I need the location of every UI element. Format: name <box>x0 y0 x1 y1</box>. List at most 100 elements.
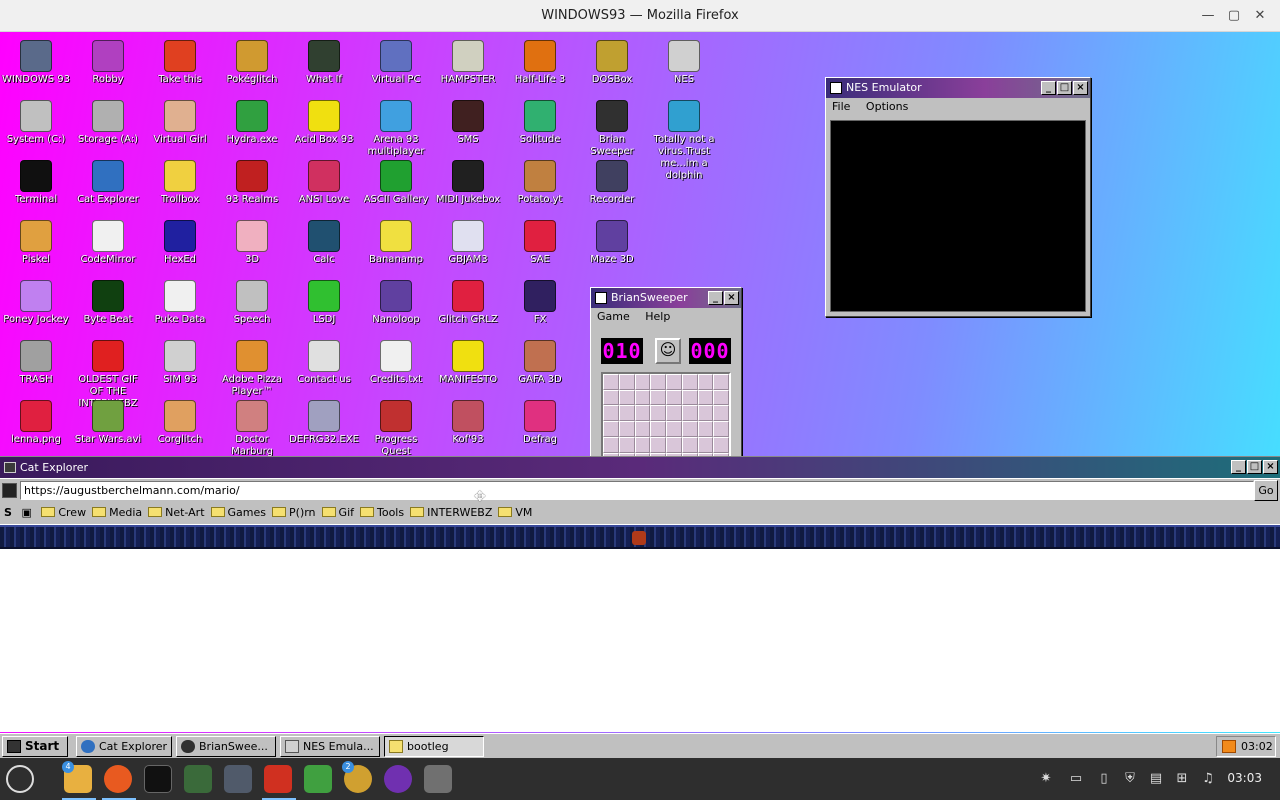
desktop-icon[interactable]: GAFA 3D <box>504 336 576 396</box>
bookmark-folder[interactable]: Games <box>210 502 266 524</box>
desktop-icon[interactable]: Maze 3D <box>576 216 648 276</box>
desktop-icon[interactable]: Byte Beat <box>72 276 144 336</box>
mine-cell[interactable] <box>666 389 682 406</box>
mine-cell[interactable] <box>603 405 619 422</box>
desktop-icon[interactable]: What If <box>288 36 360 96</box>
desktop-icon[interactable]: SAE <box>504 216 576 276</box>
minimize-button[interactable]: _ <box>708 291 723 305</box>
bookmark-folder[interactable]: VM <box>498 502 532 524</box>
mario-icon[interactable] <box>264 765 292 793</box>
desktop-icon[interactable]: Piskel <box>0 216 72 276</box>
desktop-icon[interactable]: DEFRG32.EXE <box>288 396 360 456</box>
mine-cell[interactable] <box>681 436 698 453</box>
mine-cell[interactable] <box>697 421 714 437</box>
mine-cell[interactable] <box>618 405 635 422</box>
mine-cell[interactable] <box>603 436 619 453</box>
desktop-icon[interactable]: System (C:) <box>0 96 72 156</box>
mine-cell[interactable] <box>650 436 666 453</box>
desktop-icon[interactable]: HexEd <box>144 216 216 276</box>
minimize-button[interactable]: _ <box>1231 460 1246 474</box>
desktop-icon[interactable]: Storage (A:) <box>72 96 144 156</box>
desktop-icon[interactable]: Pokéglitch <box>216 36 288 96</box>
desktop-icon[interactable]: ANSI Love <box>288 156 360 216</box>
bookmark-folder[interactable]: Net-Art <box>148 502 205 524</box>
start-button[interactable]: Start <box>2 736 68 757</box>
desktop-icon[interactable]: Half-Life 3 <box>504 36 576 96</box>
mine-cell[interactable] <box>603 374 619 390</box>
desktop-icon[interactable]: MANIFESTO <box>432 336 504 396</box>
menu-options[interactable]: Options <box>860 100 914 113</box>
bee-tray-icon[interactable]: ✷ <box>1038 771 1054 787</box>
cat-explorer-titlebar[interactable]: Cat Explorer _ □ × <box>0 457 1280 478</box>
mine-cell[interactable] <box>681 405 698 422</box>
mine-cell[interactable] <box>666 421 682 437</box>
clipboard-icon[interactable]: ▯ <box>1096 771 1112 787</box>
bookmark-folder[interactable]: INTERWEBZ <box>410 502 492 524</box>
desktop-icon[interactable]: DOSBox <box>576 36 648 96</box>
nes-titlebar[interactable]: NES Emulator _ □ × <box>826 78 1090 98</box>
desktop-icon[interactable]: Corglitch <box>144 396 216 456</box>
mine-cell[interactable] <box>603 389 619 406</box>
minimize-button[interactable]: _ <box>1041 81 1056 95</box>
mine-cell[interactable] <box>650 389 666 406</box>
mine-cell[interactable] <box>634 389 651 406</box>
menu-help[interactable]: Help <box>639 310 676 323</box>
mine-cell[interactable] <box>713 405 729 422</box>
mine-cell[interactable] <box>618 421 635 437</box>
bookmark-folder[interactable]: Media <box>92 502 142 524</box>
mine-cell[interactable] <box>666 374 682 390</box>
desktop-icon[interactable]: Arena 93 multiplayer <box>360 96 432 157</box>
desktop-icon[interactable]: Totally not a virus.Trust me...im a dolp… <box>648 96 720 181</box>
mine-cell[interactable] <box>650 405 666 422</box>
mint-menu-icon[interactable] <box>6 765 34 793</box>
mine-cell[interactable] <box>650 421 666 437</box>
desktop-icon[interactable]: TRASH <box>0 336 72 396</box>
desktop-icon[interactable]: Nanoloop <box>360 276 432 336</box>
desktop-icon[interactable]: Virtual Girl <box>144 96 216 156</box>
maximize-button[interactable]: □ <box>1247 460 1262 474</box>
task-nes-emulator[interactable]: NES Emula... <box>280 736 380 757</box>
s-icon[interactable]: S <box>4 502 12 524</box>
cloud-icon[interactable] <box>224 765 252 793</box>
mine-cell[interactable] <box>681 421 698 437</box>
mine-cell[interactable] <box>666 436 682 453</box>
mine-cell[interactable] <box>618 389 635 406</box>
desktop-icon[interactable]: Credits.txt <box>360 336 432 396</box>
bookmark-folder[interactable]: P()rn <box>272 502 316 524</box>
task-bootleg[interactable]: bootleg <box>384 736 484 757</box>
desktop-icon[interactable]: Poney Jockey <box>0 276 72 336</box>
desktop-icon[interactable]: Acid Box 93 <box>288 96 360 156</box>
mine-cell[interactable] <box>650 374 666 390</box>
desktop-icon[interactable]: Solitude <box>504 96 576 156</box>
mine-cell[interactable] <box>634 421 651 437</box>
mine-cell[interactable] <box>618 436 635 453</box>
mine-cell[interactable] <box>681 374 698 390</box>
desktop-icon[interactable]: Brian Sweeper <box>576 96 648 157</box>
desktop-icon[interactable]: Doctor Marburg <box>216 396 288 457</box>
mine-cell[interactable] <box>697 436 714 453</box>
briansweeper-titlebar[interactable]: BrianSweeper _ × <box>591 288 741 308</box>
smiley-face-icon[interactable]: ☺ <box>655 338 681 364</box>
desktop-icon[interactable]: HAMPSTER <box>432 36 504 96</box>
go-button[interactable]: Go <box>1254 480 1278 501</box>
desktop-icon[interactable]: Potato.yt <box>504 156 576 216</box>
maximize-button[interactable]: □ <box>1057 81 1072 95</box>
mine-cell[interactable] <box>634 374 651 390</box>
mario-game-viewport[interactable] <box>0 525 1280 549</box>
network-icon[interactable]: ⊞ <box>1174 771 1190 787</box>
mine-cell[interactable] <box>618 374 635 390</box>
calculator-icon[interactable] <box>304 765 332 793</box>
desktop-icon[interactable]: FX <box>504 276 576 336</box>
desktop-icon[interactable]: GBJAM3 <box>432 216 504 276</box>
bookmark-folder[interactable]: Crew <box>41 502 86 524</box>
menu-game[interactable]: Game <box>591 310 636 323</box>
desktop-icon[interactable]: LSDJ <box>288 276 360 336</box>
bookmark-folder[interactable]: Gif <box>321 502 354 524</box>
desktop-icon[interactable]: CodeMirror <box>72 216 144 276</box>
mine-cell[interactable] <box>697 405 714 422</box>
settings-toggle-icon[interactable] <box>424 765 452 793</box>
minimize-icon[interactable]: — <box>1198 6 1218 26</box>
mine-cell[interactable] <box>666 405 682 422</box>
update-shield-icon[interactable] <box>184 765 212 793</box>
mine-cell[interactable] <box>603 421 619 437</box>
